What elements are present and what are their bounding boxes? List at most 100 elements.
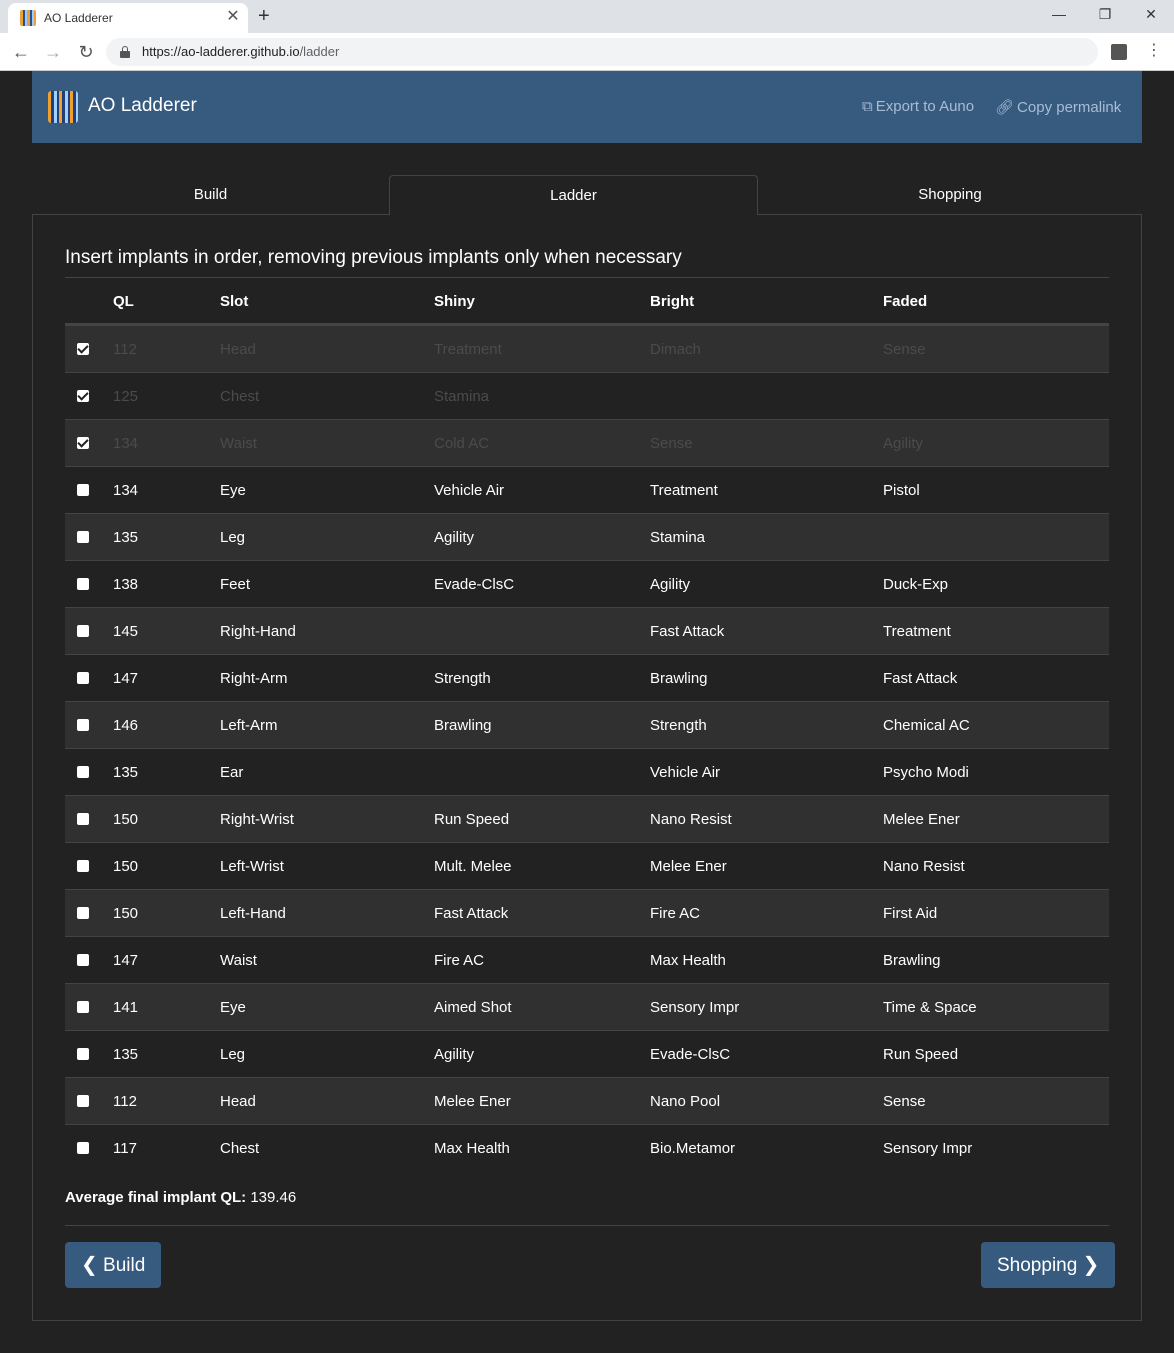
column-header-slot: Slot [220,293,249,310]
app-logo-icon[interactable] [48,91,78,123]
row-checkbox[interactable] [77,531,89,543]
average-ql: Average final implant QL: 139.46 [65,1189,296,1206]
cell-faded: Sense [883,341,926,358]
reload-icon[interactable]: ↻ [74,40,98,64]
cell-bright: Fast Attack [650,623,725,640]
cell-shiny: Melee Ener [434,1093,511,1110]
row-checkbox[interactable] [77,1001,89,1013]
cell-bright: Sense [650,435,693,452]
cell-bright: Treatment [650,482,718,499]
row-checkbox[interactable] [77,954,89,966]
table-row: 138 Feet Evade-ClsC Agility Duck-Exp [65,560,1109,607]
cell-ql: 112 [113,1093,137,1110]
back-to-build-button[interactable]: ❮ Build [65,1242,162,1288]
cell-ql: 145 [113,623,139,640]
row-checkbox[interactable] [77,437,89,449]
ladder-table: QL Slot Shiny Bright Faded 112 Head Treatm… [65,278,1109,1171]
column-header-bright: Bright [650,293,695,310]
export-to-auno-link[interactable]: ⧉ Export to Auno [862,98,974,115]
row-checkbox[interactable] [77,766,89,778]
browser-tab[interactable]: AO Ladderer ✕ [8,3,248,33]
minimize-icon[interactable]: — [1044,4,1074,24]
row-checkbox[interactable] [77,484,89,496]
row-checkbox[interactable] [77,860,89,872]
go-to-shopping-button[interactable]: Shopping ❯ [981,1242,1116,1288]
tab-ladder[interactable]: Ladder [389,175,758,215]
row-checkbox[interactable] [77,625,89,637]
browser-menu-icon[interactable]: ⋮ [1146,42,1162,60]
cell-slot: Head [220,341,256,358]
cell-ql: 135 [113,764,139,781]
table-row: 135 Leg Agility Evade-ClsC Run Speed [65,1030,1109,1077]
cell-slot: Head [220,1093,256,1110]
url-text: https://ao-ladderer.github.io/ladder [142,44,339,59]
cell-faded: Nano Resist [883,858,965,875]
close-tab-icon[interactable]: ✕ [224,8,242,26]
profile-icon[interactable] [1111,44,1127,60]
restore-icon[interactable]: ❐ [1090,4,1120,24]
row-checkbox[interactable] [77,1095,89,1107]
new-tab-icon[interactable]: + [258,5,270,27]
table-row: 134 Eye Vehicle Air Treatment Pistol [65,466,1109,513]
cell-slot: Right-Wrist [220,811,294,828]
row-checkbox[interactable] [77,813,89,825]
cell-faded: Fast Attack [883,670,958,687]
back-to-build-label: Build [103,1255,146,1276]
back-icon[interactable]: ← [9,40,33,64]
cell-shiny: Brawling [434,717,492,734]
cell-slot: Chest [220,388,260,405]
tab-divider [32,214,389,215]
address-bar[interactable]: https://ao-ladderer.github.io/ladder [106,38,1098,66]
table-row: 150 Left-Wrist Mult. Melee Melee Ener Nano R… [65,842,1109,889]
cell-bright: Agility [650,576,691,593]
row-checkbox[interactable] [77,1048,89,1060]
cell-shiny: Treatment [434,341,502,358]
table-row: 112 Head Treatment Dimach Sense [65,325,1109,372]
row-checkbox[interactable] [77,343,89,355]
cell-ql: 147 [113,952,139,969]
cell-bright: Fire AC [650,905,701,922]
app-brand[interactable]: AO Ladderer [88,95,197,117]
cell-faded: Treatment [883,623,951,640]
tab-build[interactable]: Build [32,175,389,215]
row-checkbox[interactable] [77,719,89,731]
cell-slot: Left-Arm [220,717,278,734]
table-row: 147 Waist Fire AC Max Health Brawling [65,936,1109,983]
table-row: 146 Left-Arm Brawling Strength Chemical AC [65,701,1109,748]
cell-slot: Feet [220,576,251,593]
cell-shiny: Stamina [434,388,490,405]
row-checkbox[interactable] [77,672,89,684]
cell-slot: Leg [220,529,246,546]
cell-ql: 135 [113,1046,139,1063]
cell-shiny: Evade-ClsC [434,576,515,593]
app-navbar: AO Ladderer ⧉ Export to Auno 🔗︎ Copy perma… [32,71,1142,143]
table-row: 135 Ear Vehicle Air Psycho Modi [65,748,1109,795]
row-checkbox[interactable] [77,1142,89,1154]
cell-ql: 134 [113,482,139,499]
cell-slot: Left-Wrist [220,858,284,875]
copy-permalink-link[interactable]: 🔗︎ Copy permalink [995,98,1121,116]
cell-bright: Max Health [650,952,726,969]
cell-ql: 147 [113,670,139,687]
url-path: /ladder [299,44,340,59]
tab-shopping[interactable]: Shopping [758,175,1142,215]
table-row: 117 Chest Max Health Bio.Metamor Sensory Imp… [65,1124,1109,1171]
row-checkbox[interactable] [77,907,89,919]
cell-slot: Leg [220,1046,246,1063]
cell-faded: Psycho Modi [883,764,969,781]
cell-faded: First Aid [883,905,938,922]
cell-shiny: Fast Attack [434,905,509,922]
forward-icon[interactable]: → [41,40,65,64]
cell-ql: 150 [113,905,139,922]
close-window-icon[interactable]: ✕ [1136,4,1166,24]
cell-bright: Nano Pool [650,1093,721,1110]
cell-ql: 138 [113,576,139,593]
cell-bright: Evade-ClsC [650,1046,731,1063]
row-checkbox[interactable] [77,390,89,402]
browser-tab-strip: AO Ladderer ✕ + — ❐ ✕ [0,0,1174,33]
row-checkbox[interactable] [77,578,89,590]
table-header: QL Slot Shiny Bright Faded [65,278,1109,325]
table-body: 112 Head Treatment Dimach Sense 125 Chest Stami… [65,325,1109,1171]
cell-faded: Brawling [883,952,941,969]
cell-ql: 125 [113,388,139,405]
